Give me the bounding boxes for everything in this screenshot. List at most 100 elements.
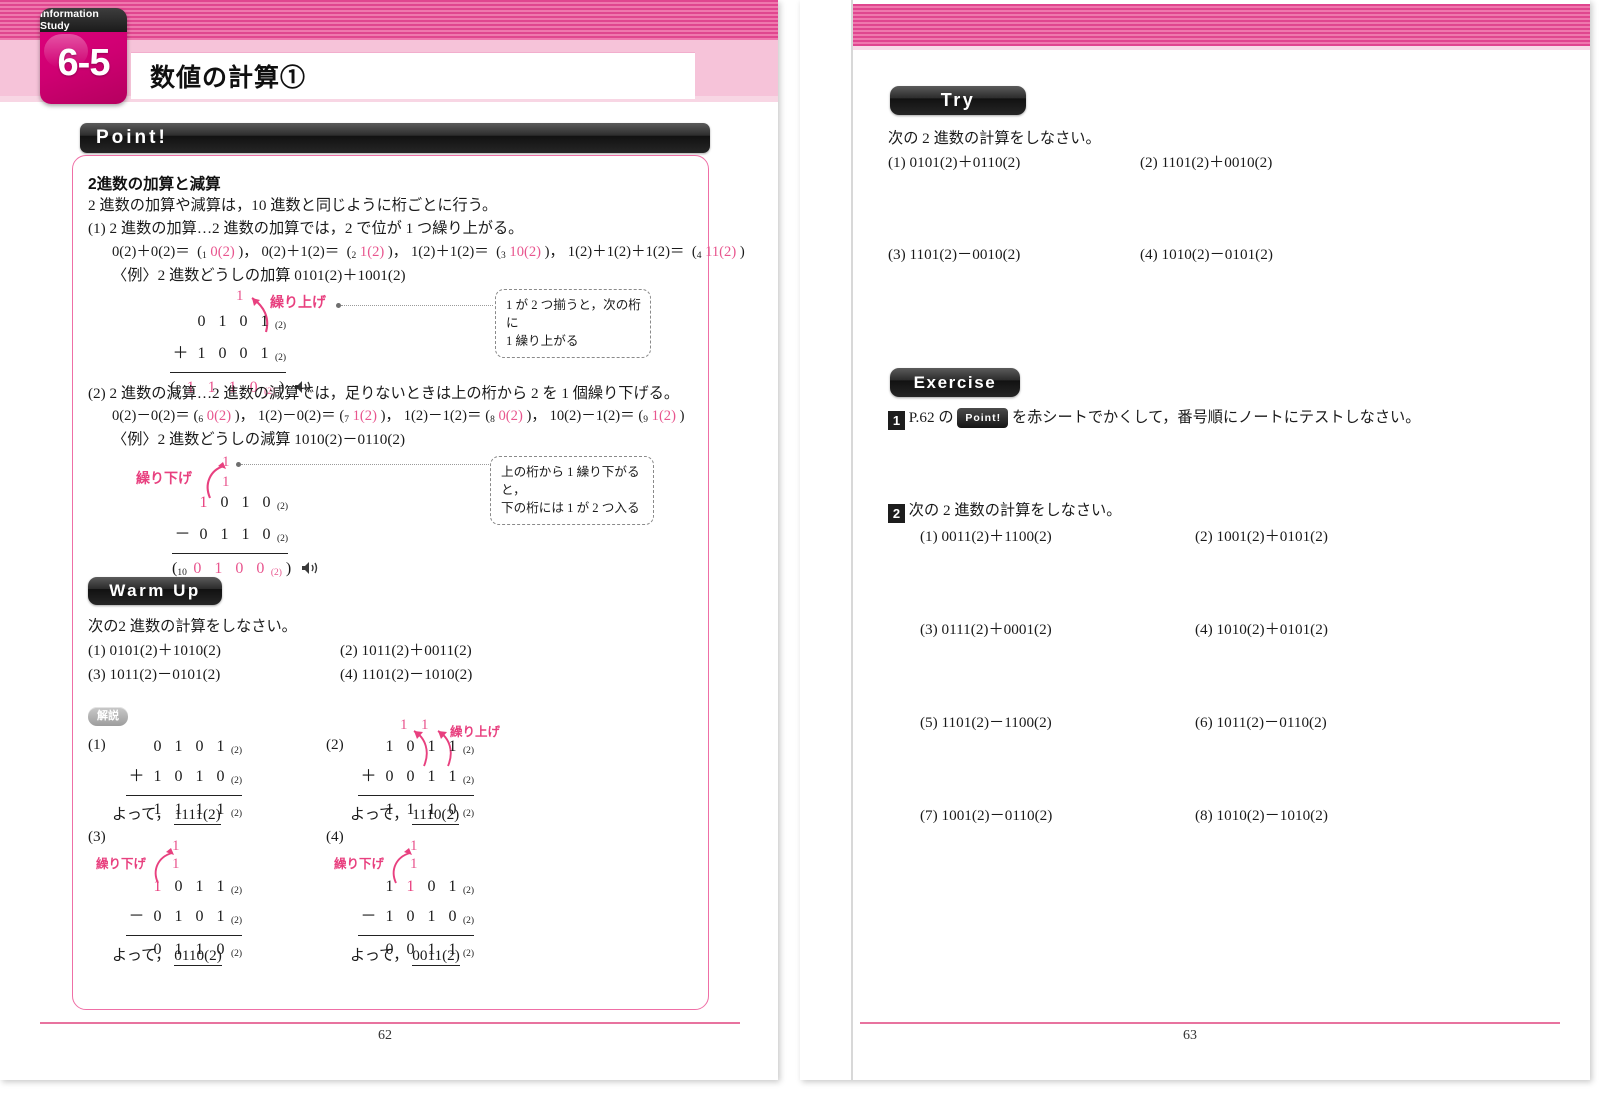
warmup-problem-1-no: (1) bbox=[88, 642, 106, 659]
subtraction-fact-1-blankno: 6 bbox=[198, 415, 204, 425]
right-header-underline bbox=[853, 46, 1590, 50]
exercise-problem-5: (5) 1101(2)－1100(2) bbox=[920, 711, 1052, 735]
subtraction-leader-line bbox=[241, 464, 489, 465]
addition-operand1-row: 0 1 0 1 (2) bbox=[170, 311, 312, 337]
sol4-op2-d1: 0 bbox=[406, 908, 415, 925]
subtraction-op1-d3: 0 bbox=[262, 494, 271, 511]
addition-lead: (1) 2 進数の加算…2 進数の加算では，2 で位が 1 つ繰り上がる。 bbox=[88, 220, 524, 237]
subtraction-res-d0: 0 bbox=[193, 560, 202, 577]
sol4-mark-1: 1 bbox=[410, 838, 418, 854]
exercise-problem-8-text: 1010(2)－1010(2) bbox=[1216, 807, 1328, 824]
exercise-problem-8-no: (8) bbox=[1195, 807, 1213, 824]
exercise-problem-3-text: 0111(2)＋0001(2) bbox=[941, 621, 1052, 638]
subtraction-fact-2-lhs: 1(2)－0(2)＝ bbox=[257, 408, 336, 424]
try-problem-4: (4) 1010(2)－0101(2) bbox=[1140, 243, 1273, 267]
exercise-problem-7: (7) 1001(2)－0110(2) bbox=[920, 804, 1052, 828]
sol2-op1-d2: 1 bbox=[427, 738, 436, 755]
sol3-op-sign: － bbox=[128, 908, 145, 925]
right-header-stripe-band bbox=[853, 4, 1590, 46]
sol2-op2-d2: 1 bbox=[427, 768, 436, 785]
sol3-op1-d2: 1 bbox=[195, 878, 204, 895]
addition-op1-d1: 1 bbox=[218, 313, 227, 330]
subtraction-res-d1: 1 bbox=[214, 560, 223, 577]
chapter-number: 6-5 bbox=[57, 42, 111, 84]
sol2-op2-d1: 0 bbox=[406, 768, 415, 785]
addition-op1-d0: 0 bbox=[197, 313, 206, 330]
exercise-item-1-suffix: を赤シートでかくして，番号順にノートにテストしなさい。 bbox=[1011, 409, 1421, 426]
exercise-point-chip: Point! bbox=[957, 408, 1009, 429]
try-problem-2-text: 1101(2)＋0010(2) bbox=[1161, 154, 1273, 171]
warmup-problem-2: (2) 1011(2)＋0011(2) bbox=[340, 639, 472, 663]
subtraction-facts-row: 0(2)－0(2)＝ (6 0(2) )， 1(2)－0(2)＝ (7 1(2)… bbox=[112, 408, 685, 425]
solution-4-no: (4) bbox=[326, 828, 344, 845]
exercise-problem-6-text: 1011(2)－0110(2) bbox=[1216, 714, 1327, 731]
sol1-conclusion-value: 1111(2) bbox=[174, 806, 221, 825]
try-problem-3-text: 1101(2)－0010(2) bbox=[909, 246, 1021, 263]
subtraction-fact-1-lhs: 0(2)－0(2)＝ bbox=[112, 408, 190, 424]
page-title: 数値の計算① bbox=[150, 64, 307, 92]
exercise-problem-7-text: 1001(2)－0110(2) bbox=[941, 807, 1053, 824]
subtraction-callout: 上の桁から 1 繰り下がると， 下の桁には 1 が 2 つ入る bbox=[490, 456, 654, 525]
subtraction-example-label: 〈例〉2 進数どうしの減算 1010(2)－0110(2) bbox=[112, 431, 406, 448]
subtraction-fact-3-blankno: 8 bbox=[490, 415, 495, 425]
addition-op1-d2: 0 bbox=[239, 313, 248, 330]
sol2-op2-d3: 1 bbox=[448, 768, 457, 785]
try-problem-4-no: (4) bbox=[1140, 246, 1158, 263]
sol1-conclusion-prefix: よって， bbox=[112, 806, 171, 823]
sol1-op2-d3: 0 bbox=[216, 768, 225, 785]
addition-leader-line bbox=[341, 305, 493, 306]
sol1-op2-d0: 1 bbox=[153, 768, 162, 785]
sol4-op1-d0: 1 bbox=[385, 878, 394, 895]
warmup-problem-4: (4) 1101(2)－1010(2) bbox=[340, 663, 472, 687]
solution-1-conclusion: よって， 1111(2) bbox=[112, 803, 221, 827]
addition-fact-2-answer: 1(2) bbox=[359, 244, 385, 260]
solution-badge: 解説 bbox=[88, 707, 128, 726]
exercise-problem-4-no: (4) bbox=[1195, 621, 1213, 638]
left-page-number: 62 bbox=[378, 1028, 392, 1043]
title-plate: 数値の計算① bbox=[131, 52, 695, 99]
exercise-problem-5-no: (5) bbox=[920, 714, 938, 731]
exercise-heading: Exercise bbox=[890, 368, 1020, 397]
warmup-problem-3-text: 1011(2)－0101(2) bbox=[109, 666, 221, 683]
sol1-op1-d2: 0 bbox=[195, 738, 204, 755]
solution-1-operand1: 0 1 0 1 (2) bbox=[126, 736, 243, 762]
subtraction-callout-text: 上の桁から 1 繰り下がると， 下の桁には 1 が 2 つ入る bbox=[501, 465, 640, 515]
try-problem-2: (2) 1101(2)＋0010(2) bbox=[1140, 151, 1272, 175]
point-section-title: 2進数の加算と減算 bbox=[88, 176, 221, 193]
subtraction-borrow-label: 繰り下げ bbox=[136, 470, 192, 486]
subtraction-lead: (2) 2 進数の減算…2 進数の減算では，足りないときは上の桁から 2 を 1… bbox=[88, 385, 680, 402]
sol3-op1-d0: 1 bbox=[153, 878, 162, 895]
exercise-problem-6-no: (6) bbox=[1195, 714, 1213, 731]
exercise-problem-1-no: (1) bbox=[920, 528, 938, 545]
sol3-op1-d1: 0 bbox=[174, 878, 183, 895]
sol4-mark-2: 1 bbox=[410, 856, 418, 872]
solution-4-rule bbox=[358, 935, 474, 936]
chapter-tab: Information Study 6-5 bbox=[40, 8, 127, 104]
solution-3-conclusion: よって， 0110(2) bbox=[112, 944, 222, 968]
addition-example-label: 〈例〉2 進数どうしの加算 0101(2)＋1001(2) bbox=[112, 267, 406, 284]
right-page: Try 次の 2 進数の計算をしなさい。 (1) 0101(2)＋0110(2)… bbox=[800, 0, 1590, 1080]
solution-4-annotation: 繰り下げ bbox=[334, 857, 385, 871]
sol2-op1-d0: 1 bbox=[385, 738, 394, 755]
exercise-problem-5-text: 1101(2)－1100(2) bbox=[941, 714, 1052, 731]
exercise-problem-4-text: 1010(2)＋0101(2) bbox=[1216, 621, 1328, 638]
subtraction-borrow-mark-2: 1 bbox=[222, 474, 230, 490]
subtraction-fact-2-answer: 1(2) bbox=[352, 408, 377, 424]
solution-2-operand1: 1 0 1 1 (2) bbox=[358, 736, 475, 762]
exercise-item-2-number: 2 bbox=[888, 504, 905, 523]
subtraction-op2-d3: 0 bbox=[262, 526, 271, 543]
addition-operand2-row: ＋ 1 0 0 1 (2) bbox=[170, 343, 312, 369]
subtraction-res-d3: 0 bbox=[256, 560, 265, 577]
exercise-problem-2-text: 1001(2)＋0101(2) bbox=[1216, 528, 1328, 545]
sol3-op2-d1: 1 bbox=[174, 908, 183, 925]
right-page-rule bbox=[860, 1022, 1560, 1024]
addition-callout-text: 1 が 2 つ揃うと，次の桁に 1 繰り上がる bbox=[506, 298, 641, 348]
subtraction-calc: 1 0 1 0 (2) － 0 1 1 0 (2) (10 0 1 0 0 (2) ) bbox=[172, 492, 319, 584]
exercise-item-2-instruction: 次の 2 進数の計算をしなさい。 bbox=[908, 502, 1122, 519]
sol1-op1-d3: 1 bbox=[216, 738, 225, 755]
solution-4-conclusion: よって， 0011(2) bbox=[350, 944, 460, 968]
sol1-op1-d1: 1 bbox=[174, 738, 183, 755]
addition-op1-d3: 1 bbox=[260, 313, 269, 330]
sol2-conclusion-prefix: よって， bbox=[350, 806, 409, 823]
sol4-op2-d0: 1 bbox=[385, 908, 394, 925]
